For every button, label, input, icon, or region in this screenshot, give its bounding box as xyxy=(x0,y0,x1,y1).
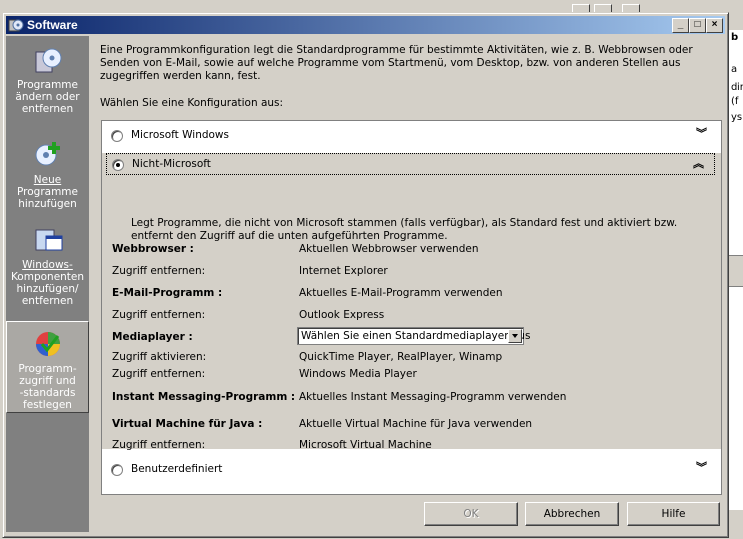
option-custom[interactable]: Benutzerdefiniert ︾ xyxy=(102,457,721,483)
java-vm-value: Aktuelle Virtual Machine für Java verwen… xyxy=(299,418,533,430)
sidebar-item-label: -standards xyxy=(19,387,76,399)
collapse-chevron-icon[interactable]: ︽ xyxy=(693,157,704,170)
sidebar-item-add-programs[interactable]: Neue Programme hinzufügen xyxy=(6,139,89,210)
remove-access-value: Outlook Express xyxy=(299,309,385,321)
intro-text: Eine Programmkonfiguration legt die Stan… xyxy=(100,44,693,82)
dropdown-arrow-icon[interactable] xyxy=(508,329,522,343)
sidebar-item-label: hinzufügen/ xyxy=(16,283,79,295)
mediaplayer-select[interactable]: Wählen Sie einen Standardmediaplayer aus xyxy=(297,327,530,345)
expand-chevron-icon[interactable]: ︾ xyxy=(696,461,707,474)
background-window-divider xyxy=(728,255,743,287)
close-button[interactable]: × xyxy=(706,18,723,33)
remove-access-label: Zugriff entfernen: xyxy=(112,439,206,451)
windows-components-icon xyxy=(35,229,62,251)
cancel-button[interactable]: Abbrechen xyxy=(525,502,619,526)
sidebar-item-label: festlegen xyxy=(23,399,72,411)
sidebar-item-label: Programme xyxy=(17,79,78,91)
option-label: Microsoft Windows xyxy=(131,129,229,141)
sidebar-item-windows-components[interactable]: Windows- Komponenten hinzufügen/ entfern… xyxy=(6,224,89,307)
java-vm-label: Virtual Machine für Java : xyxy=(112,418,263,430)
cd-box-icon xyxy=(35,48,61,73)
sidebar-item-label: ändern oder xyxy=(15,91,80,103)
sidebar-item-label: zugriff und xyxy=(19,375,76,387)
sidebar: Programme ändern oder entfernen Neue Pro… xyxy=(6,36,89,532)
background-text: b xyxy=(731,32,739,43)
program-access-icon xyxy=(35,332,60,356)
sidebar-item-label: Komponenten xyxy=(10,271,85,283)
option-details-panel: Legt Programme, die nicht von Microsoft … xyxy=(102,153,721,451)
enable-access-value: QuickTime Player, RealPlayer, Winamp xyxy=(299,351,503,363)
option-non-microsoft[interactable]: Nicht-Microsoft ︽ xyxy=(106,153,715,175)
remove-access-value: Windows Media Player xyxy=(299,368,417,380)
sidebar-item-label: hinzufügen xyxy=(18,198,77,210)
help-button[interactable]: Hilfe xyxy=(627,502,720,526)
instant-messaging-label: Instant Messaging-Programm : xyxy=(112,391,296,403)
background-text: (f xyxy=(731,96,739,107)
background-text: ir xyxy=(737,82,743,93)
expand-chevron-icon[interactable]: ︾ xyxy=(696,127,707,140)
background-text: a xyxy=(731,64,738,75)
remove-access-label: Zugriff entfernen: xyxy=(112,265,206,277)
mediaplayer-label: Mediaplayer : xyxy=(112,331,193,343)
minimize-button[interactable]: _ xyxy=(672,18,689,33)
remove-access-label: Zugriff entfernen: xyxy=(112,368,206,380)
background-text: ys xyxy=(731,112,743,123)
option-microsoft-windows[interactable]: Microsoft Windows ︾ xyxy=(102,123,721,149)
sidebar-item-program-access-defaults[interactable]: Programm- zugriff und -standards festleg… xyxy=(6,321,89,413)
title-bar[interactable]: Software _ □ × xyxy=(6,16,725,34)
webbrowser-value: Aktuellen Webbrowser verwenden xyxy=(299,243,479,255)
email-label: E-Mail-Programm : xyxy=(112,287,223,299)
remove-access-value: Internet Explorer xyxy=(299,265,388,277)
sidebar-item-label: Windows- xyxy=(22,259,73,271)
radio-button-selected[interactable] xyxy=(112,159,124,171)
option-description: Legt Programme, die nicht von Microsoft … xyxy=(131,217,678,242)
sidebar-item-label: Neue xyxy=(33,174,62,186)
sidebar-item-change-remove-programs[interactable]: Programme ändern oder entfernen xyxy=(6,44,89,115)
configuration-list: Microsoft Windows ︾ Legt Programme, die … xyxy=(101,120,722,495)
maximize-button[interactable]: □ xyxy=(689,18,706,33)
sidebar-item-label: Programme xyxy=(17,186,78,198)
sidebar-item-label: Programm- xyxy=(18,363,77,375)
email-value: Aktuelles E-Mail-Programm verwenden xyxy=(299,287,503,299)
ok-button[interactable]: OK xyxy=(424,502,518,526)
remove-access-value: Microsoft Virtual Machine xyxy=(299,439,432,451)
webbrowser-label: Webbrowser : xyxy=(112,243,194,255)
choose-config-label: Wählen Sie eine Konfiguration aus: xyxy=(100,97,284,109)
remove-access-label: Zugriff entfernen: xyxy=(112,309,206,321)
radio-button[interactable] xyxy=(111,464,123,476)
cd-add-icon xyxy=(35,142,60,166)
option-label: Benutzerdefiniert xyxy=(131,463,223,475)
window-title: Software xyxy=(27,18,78,32)
mediaplayer-select-value: Wählen Sie einen Standardmediaplayer aus xyxy=(301,330,531,342)
instant-messaging-value: Aktuelles Instant Messaging-Programm ver… xyxy=(299,391,567,403)
software-window: Software _ □ × Programme ändern oder ent… xyxy=(2,12,729,538)
sidebar-item-label: entfernen xyxy=(21,295,74,307)
radio-button[interactable] xyxy=(111,130,123,142)
sidebar-item-label: entfernen xyxy=(21,103,74,115)
enable-access-label: Zugriff aktivieren: xyxy=(112,351,207,363)
option-label: Nicht-Microsoft xyxy=(132,158,211,170)
software-app-icon xyxy=(8,19,24,32)
